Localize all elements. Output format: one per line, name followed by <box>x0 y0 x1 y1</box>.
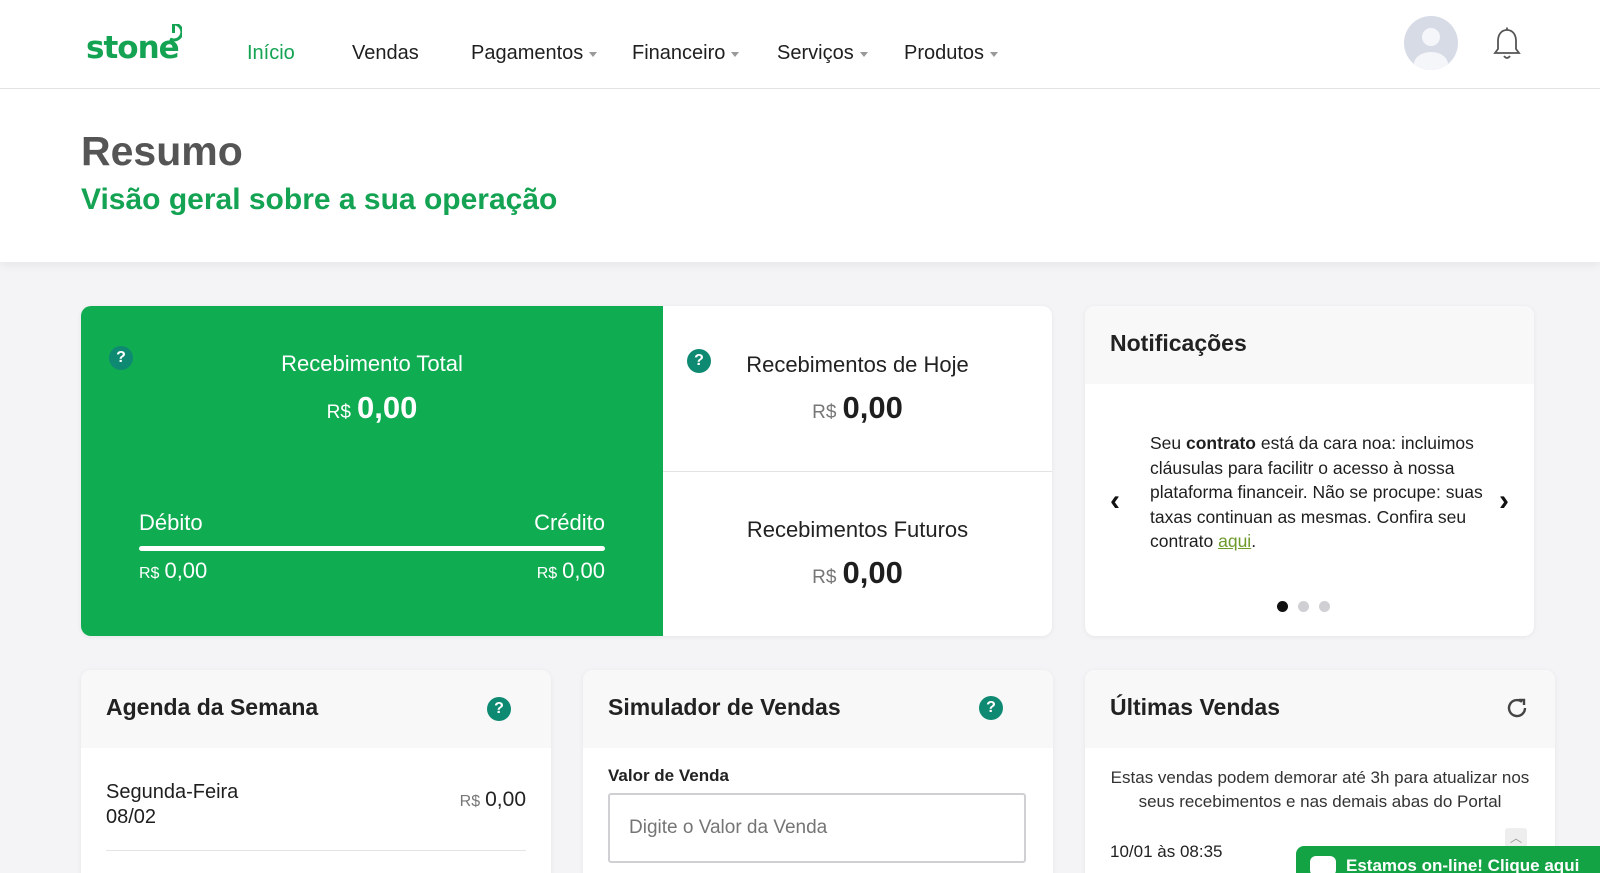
nav-produtos[interactable]: Produtos <box>904 40 999 66</box>
credit-label: Crédito <box>534 510 605 535</box>
avatar[interactable] <box>1404 16 1458 70</box>
nav-servicos[interactable]: Serviços <box>777 40 868 66</box>
nav-vendas[interactable]: Vendas <box>352 40 419 66</box>
today-receipts-value: R$ 0,00 <box>663 390 1052 426</box>
amount: 0,00 <box>562 558 605 583</box>
carousel-dot[interactable] <box>1298 601 1309 612</box>
debit-label: Débito <box>139 510 203 535</box>
stone-logo[interactable]: stone <box>86 24 182 68</box>
chevron-down-icon <box>731 51 740 57</box>
nav-financeiro-label: Financeiro <box>632 42 726 64</box>
top-navbar: stone Início Vendas Pagamentos Financeir… <box>0 0 1600 89</box>
card-header: Notificações <box>1085 306 1534 384</box>
amount: 0,00 <box>356 390 418 425</box>
carousel-dots <box>1277 601 1330 612</box>
agenda-weekday: Segunda-Feira <box>106 781 239 803</box>
currency-label: R$ <box>459 793 481 810</box>
notification-text: . <box>1251 531 1257 551</box>
carousel-dot[interactable] <box>1277 601 1288 612</box>
card-header: Agenda da Semana ? <box>81 670 551 748</box>
sale-value-input[interactable] <box>608 793 1026 863</box>
notification-text-bold: contrato <box>1186 433 1256 453</box>
nav-pagamentos-label: Pagamentos <box>471 42 584 64</box>
currency-label: R$ <box>536 565 558 582</box>
nav-financeiro[interactable]: Financeiro <box>632 40 740 66</box>
total-receipts-value: R$ 0,00 <box>81 390 663 426</box>
amount: 0,00 <box>485 788 526 811</box>
chevron-left-icon[interactable]: ‹ <box>1103 484 1127 517</box>
today-future-panel: ? Recebimentos de Hoje R$ 0,00 Recebimen… <box>663 306 1052 636</box>
nav-produtos-label: Produtos <box>904 42 985 64</box>
notification-text: Seu <box>1150 433 1186 453</box>
credit-value: R$ 0,00 <box>537 558 605 584</box>
today-receipts-label: Recebimentos de Hoje <box>746 352 969 377</box>
notifications-title: Notificações <box>1110 330 1247 356</box>
chevron-down-icon <box>859 51 868 57</box>
refresh-icon[interactable] <box>1505 696 1529 720</box>
latest-sales-title: Últimas Vendas <box>1110 694 1281 720</box>
currency-label: R$ <box>326 402 351 423</box>
contract-link[interactable]: aqui <box>1218 531 1251 551</box>
help-icon[interactable]: ? <box>487 697 511 721</box>
receipts-card: ? Recebimento Total R$ 0,00 Débito Crédi… <box>81 306 1052 636</box>
divider <box>663 471 1052 472</box>
sales-delay-note: Estas vendas podem demorar até 3h para a… <box>1110 768 1530 811</box>
chat-icon <box>1310 856 1336 873</box>
agenda-day: Segunda-Feira 08/02 <box>106 780 238 830</box>
total-receipts-panel: ? Recebimento Total R$ 0,00 Débito Crédi… <box>81 306 663 636</box>
nav-servicos-label: Serviços <box>777 42 854 64</box>
scroll-up-icon[interactable]: ︿ <box>1505 828 1527 848</box>
help-icon[interactable]: ? <box>979 696 1003 720</box>
chat-online-banner[interactable]: Estamos on-line! Clique aqui <box>1296 846 1600 873</box>
simulator-title: Simulador de Vendas <box>608 694 841 720</box>
sale-datetime: 10/01 às 08:35 <box>1110 842 1223 861</box>
simulator-card: Simulador de Vendas ? Valor de Venda <box>583 670 1053 873</box>
future-receipts-value: R$ 0,00 <box>663 555 1052 591</box>
amount: 0,00 <box>842 390 903 425</box>
chevron-right-icon[interactable]: › <box>1492 484 1516 517</box>
divider <box>106 850 526 851</box>
chevron-down-icon <box>589 51 598 57</box>
nav-inicio-label: Início <box>247 42 295 64</box>
nav-inicio[interactable]: Início <box>247 40 295 66</box>
page-subtitle: Visão geral sobre a sua operação <box>81 183 558 216</box>
sale-value-label: Valor de Venda <box>608 766 729 785</box>
chat-label: Estamos on-line! Clique aqui <box>1346 856 1580 873</box>
currency-label: R$ <box>812 567 837 588</box>
future-receipts-label: Recebimentos Futuros <box>746 517 969 542</box>
page-title: Resumo <box>81 128 243 174</box>
agenda-value: R$ 0,00 <box>460 788 526 812</box>
nav-vendas-label: Vendas <box>352 42 419 64</box>
carousel-dot[interactable] <box>1319 601 1330 612</box>
agenda-card: Agenda da Semana ? Segunda-Feira 08/02 R… <box>81 670 551 873</box>
bell-icon[interactable] <box>1492 27 1522 61</box>
agenda-title: Agenda da Semana <box>106 694 319 720</box>
amount: 0,00 <box>842 555 903 590</box>
latest-sales-card: Últimas Vendas Estas vendas podem demora… <box>1085 670 1555 873</box>
debit-credit-bar <box>139 546 605 551</box>
card-header: Simulador de Vendas ? <box>583 670 1053 748</box>
logo-mark-icon <box>169 24 182 42</box>
chevron-down-icon <box>990 51 999 57</box>
notifications-card: Notificações ‹ Seu contrato está da cara… <box>1085 306 1534 636</box>
agenda-date: 08/02 <box>106 806 157 828</box>
total-receipts-label: Recebimento Total <box>281 351 463 376</box>
currency-label: R$ <box>139 565 160 582</box>
debit-value: R$ 0,00 <box>139 558 207 584</box>
nav-pagamentos[interactable]: Pagamentos <box>471 40 598 66</box>
amount: 0,00 <box>164 558 208 583</box>
notification-message: Seu contrato está da cara noa: incluimos… <box>1150 431 1490 554</box>
card-header: Últimas Vendas <box>1085 670 1555 748</box>
currency-label: R$ <box>812 402 837 423</box>
logo-text: stone <box>86 30 180 66</box>
page-header: Resumo Visão geral sobre a sua operação <box>0 89 1600 262</box>
avatar-icon <box>1414 28 1448 70</box>
